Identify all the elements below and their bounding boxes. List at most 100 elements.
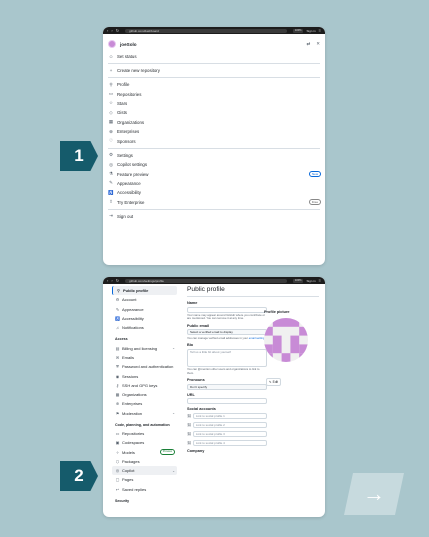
avatar[interactable] xyxy=(264,318,308,362)
sidebar-item-organizations[interactable]: ▦ Organizations xyxy=(112,390,177,399)
menu-group-create: + Create new repository xyxy=(103,66,325,75)
step-badge-2: 2 xyxy=(60,461,98,491)
reload-icon[interactable]: ↻ xyxy=(116,27,119,34)
reload-icon[interactable]: ↻ xyxy=(116,277,119,284)
sidebar-item-notifications[interactable]: ♫ Notifications xyxy=(112,323,177,332)
chevron-down-icon[interactable]: ⌄ xyxy=(172,411,175,415)
repo-icon: ▭ xyxy=(115,431,120,436)
sign-in-link[interactable]: Sign in xyxy=(306,279,315,283)
sidebar-item-packages[interactable]: ⬡ Packages xyxy=(112,457,177,466)
url-input[interactable] xyxy=(187,398,267,405)
sidebar-item-codespaces[interactable]: ▣ Codespaces xyxy=(112,438,177,447)
menu-item-accessibility[interactable]: ♿ Accessibility xyxy=(103,188,325,197)
social-label: Social accounts xyxy=(187,407,216,412)
copilot-icon: ◎ xyxy=(115,468,120,474)
chevron-down-icon[interactable]: ⌄ xyxy=(172,469,175,473)
back-icon[interactable]: ‹ xyxy=(107,277,108,284)
sidebar-item-enterprises[interactable]: ⊕ Enterprises xyxy=(112,399,177,408)
back-icon[interactable]: ‹ xyxy=(107,27,108,34)
chevron-down-icon[interactable]: ⌄ xyxy=(172,346,175,350)
name-label: Name xyxy=(187,301,198,305)
sidebar-item-label: Emails xyxy=(122,354,135,360)
address-bar[interactable]: github.com/settings/profile xyxy=(125,278,287,283)
person-icon: ⚲ xyxy=(109,81,113,87)
sidebar-item-password-and-authentication[interactable]: ⛨ Password and authentication xyxy=(112,362,177,371)
gear-icon: ⚙ xyxy=(109,152,113,158)
menu-item-stars[interactable]: ☆ Stars xyxy=(103,99,325,108)
settings-screenshot: ‹ › ↻ github.com/settings/profile 100% S… xyxy=(103,277,325,517)
profile-picture-label: Profile picture xyxy=(264,310,290,314)
menu-item-profile[interactable]: ⚲ Profile xyxy=(103,80,325,89)
close-icon[interactable]: ✕ xyxy=(316,41,320,47)
models-icon: ✧ xyxy=(115,449,120,455)
package-icon: ⬡ xyxy=(115,458,120,464)
sidebar-item-repositories[interactable]: ▭ Repositories xyxy=(112,429,177,438)
sidebar-item-sessions[interactable]: ◉ Sessions xyxy=(112,371,177,380)
broadcast-icon: ◉ xyxy=(115,373,120,379)
sidebar-item-pages[interactable]: ▢ Pages xyxy=(112,475,177,484)
menu-item-gists[interactable]: ◇ Gists xyxy=(103,108,325,117)
sidebar-item-appearance[interactable]: ✎ Appearance xyxy=(112,305,177,314)
organization-icon: ▦ xyxy=(108,119,114,125)
mail-icon: ✉ xyxy=(115,354,120,360)
sidebar-item-accessibility[interactable]: ♿ Accessibility xyxy=(112,314,177,323)
menu-item-create-new-repository[interactable]: + Create new repository xyxy=(103,66,325,75)
sidebar-item-public-profile[interactable]: ⚲ Public profile xyxy=(112,286,177,296)
next-arrow-button[interactable]: → xyxy=(344,473,404,515)
sidebar-item-label: Account xyxy=(122,297,137,303)
menu-item-try-enterprise[interactable]: ⇧ Try Enterprise Free xyxy=(103,198,325,207)
smiley-icon: ☺ xyxy=(108,54,114,60)
sidebar-item-copilot[interactable]: ◎ Copilot ⌄ xyxy=(112,466,177,476)
menu-item-settings[interactable]: ⚙ Settings xyxy=(103,150,325,159)
copilot-icon: ◎ xyxy=(109,161,113,167)
menu-item-sponsors[interactable]: ♡ Sponsors xyxy=(103,137,325,146)
email-select[interactable]: Select a verified email to display xyxy=(187,329,267,336)
sidebar-item-saved-replies[interactable]: ↩ Saved replies xyxy=(112,485,177,494)
menu-item-enterprises[interactable]: ⊕ Enterprises xyxy=(103,127,325,136)
social-link-input[interactable]: Link to social profile 3 xyxy=(193,430,267,437)
social-link-input[interactable]: Link to social profile 4 xyxy=(193,439,267,446)
menu-icon[interactable]: ≡ xyxy=(319,27,321,34)
sign-in-link[interactable]: Sign in xyxy=(306,29,315,33)
divider xyxy=(108,147,320,149)
sidebar-item-billing-and-licensing[interactable]: ▤ Billing and licensing ⌄ xyxy=(112,343,177,352)
address-bar[interactable]: github.com/dashboard xyxy=(125,28,287,33)
forward-icon[interactable]: › xyxy=(111,27,112,34)
menu-item-set-status[interactable]: ☺ Set status xyxy=(103,52,325,61)
forward-icon[interactable]: › xyxy=(111,277,112,284)
menu-item-label: Profile xyxy=(117,82,130,88)
menu-item-organizations[interactable]: ▦ Organizations xyxy=(103,118,325,127)
menu-item-sign-out[interactable]: ⇥ Sign out xyxy=(103,212,325,221)
sidebar-item-models[interactable]: ✧ Models Preview xyxy=(112,447,177,456)
menu-item-label: Copilot settings xyxy=(117,162,148,168)
sidebar-item-label: Notifications xyxy=(122,325,144,331)
user-menu-header: joeSolo ⇄ ✕ xyxy=(103,34,325,52)
sidebar-item-ssh-and-gpg-keys[interactable]: ⚷ SSH and GPG keys xyxy=(112,381,177,390)
menu-item-copilot-settings[interactable]: ◎ Copilot settings xyxy=(103,160,325,169)
sidebar-item-account[interactable]: ⚙ Account xyxy=(112,295,177,304)
sidebar-item-moderation[interactable]: ⚑ Moderation ⌄ xyxy=(112,409,177,418)
social-link-input[interactable]: Link to social profile 1 xyxy=(193,412,267,419)
menu-icon[interactable]: ≡ xyxy=(319,277,321,284)
paintbrush-icon: ✎ xyxy=(109,180,113,186)
name-input[interactable] xyxy=(187,306,267,313)
menu-item-label: Try Enterprise xyxy=(117,199,145,205)
menu-item-repositories[interactable]: ▭ Repositories xyxy=(103,89,325,98)
menu-item-label: Sign out xyxy=(117,213,134,219)
menu-item-feature-preview[interactable]: ⚗ Feature preview New xyxy=(103,169,325,178)
menu-group-settings: ⚙ Settings ◎ Copilot settings ⚗ Feature previ… xyxy=(103,150,325,207)
menu-item-label: Settings xyxy=(117,152,133,158)
sidebar-item-label: Repositories xyxy=(122,431,145,436)
sidebar-item-emails[interactable]: ✉ Emails xyxy=(112,353,177,362)
social-link-input[interactable]: Link to social profile 2 xyxy=(193,421,267,428)
menu-item-label: Gists xyxy=(117,110,128,116)
switch-account-icon[interactable]: ⇄ xyxy=(306,41,310,47)
menu-item-appearance[interactable]: ✎ Appearance xyxy=(103,179,325,188)
accessibility-icon: ♿ xyxy=(115,316,120,322)
bio-textarea[interactable]: Tell us a little bit about yourself xyxy=(187,348,267,367)
company-label: Company xyxy=(187,448,205,453)
divider xyxy=(108,77,320,78)
pronouns-select[interactable]: Don't specify xyxy=(187,383,267,390)
zoom-badge: 100% xyxy=(292,28,304,33)
edit-picture-button[interactable]: ✎ Edit xyxy=(266,378,282,386)
